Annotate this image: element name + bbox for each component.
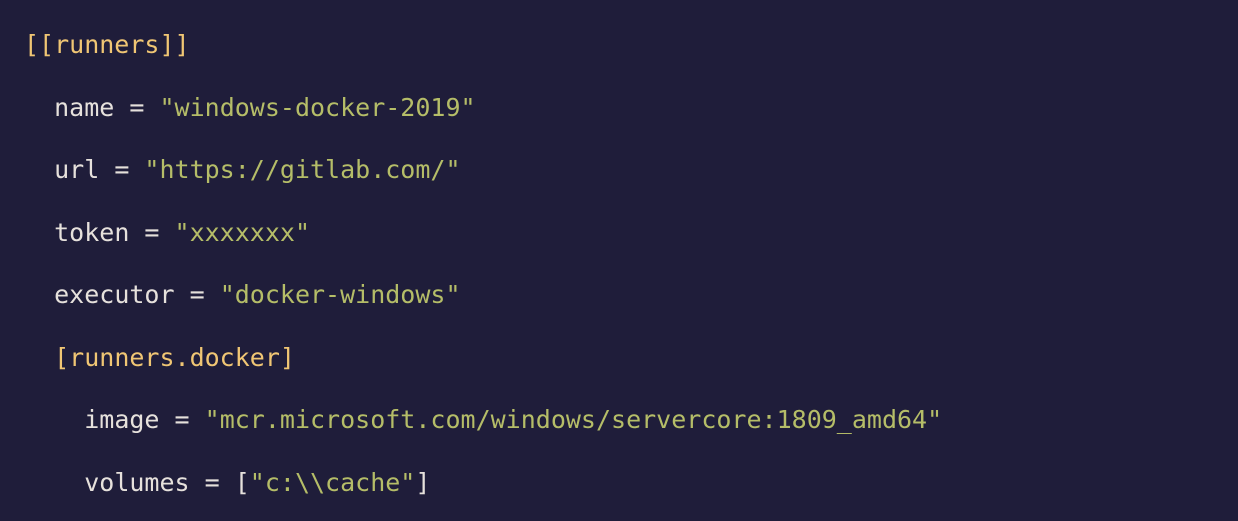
val-name: "windows-docker-2019" (159, 93, 475, 122)
key-name: name (54, 93, 114, 122)
key-executor: executor (54, 280, 174, 309)
equals: = (114, 93, 159, 122)
section-runners-docker: [runners.docker] (54, 343, 295, 372)
key-token: token (54, 218, 129, 247)
section-runners: [[runners]] (24, 30, 190, 59)
bracket-close: ] (415, 468, 430, 497)
key-url: url (54, 155, 99, 184)
equals: = (159, 405, 204, 434)
key-image: image (84, 405, 159, 434)
equals: = (190, 468, 235, 497)
val-token: "xxxxxxx" (175, 218, 310, 247)
toml-config-code: [[runners]] name = "windows-docker-2019"… (0, 0, 1238, 521)
val-url: "https://gitlab.com/" (144, 155, 460, 184)
key-volumes: volumes (84, 468, 189, 497)
val-executor: "docker-windows" (220, 280, 461, 309)
equals: = (175, 280, 220, 309)
equals: = (99, 155, 144, 184)
equals: = (129, 218, 174, 247)
val-image: "mcr.microsoft.com/windows/servercore:18… (205, 405, 943, 434)
val-volumes-item: "c:\\cache" (250, 468, 416, 497)
bracket-open: [ (235, 468, 250, 497)
